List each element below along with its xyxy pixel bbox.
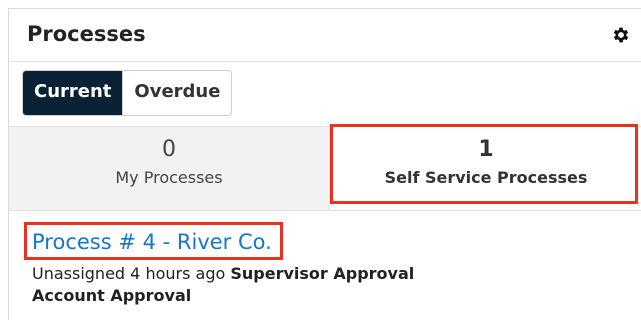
tab-self-service-processes[interactable]: 1 Self Service Processes: [329, 127, 641, 210]
activity-name: Supervisor Approval: [230, 264, 415, 283]
assignment-status: Unassigned: [32, 264, 126, 283]
current-button[interactable]: Current: [23, 71, 123, 115]
time-ago: 4 hours ago: [130, 264, 226, 283]
dashlet-header: Processes: [9, 9, 641, 62]
process-link[interactable]: Process # 4 - River Co.: [32, 230, 272, 254]
process-tabs: 0 My Processes 1 Self Service Processes: [9, 126, 641, 211]
current-overdue-toggle: Current Overdue: [22, 70, 233, 116]
gear-icon[interactable]: [611, 25, 631, 45]
self-service-label: Self Service Processes: [384, 168, 588, 187]
dashlet-title: Processes: [27, 22, 146, 46]
process-meta: Unassigned 4 hours ago Supervisor Approv…: [32, 264, 414, 283]
my-processes-count: 0: [162, 137, 176, 162]
process-definition: Account Approval: [32, 286, 192, 305]
overdue-button[interactable]: Overdue: [122, 71, 232, 115]
tab-my-processes[interactable]: 0 My Processes: [9, 127, 329, 210]
self-service-count: 1: [478, 137, 494, 162]
my-processes-label: My Processes: [115, 168, 223, 187]
